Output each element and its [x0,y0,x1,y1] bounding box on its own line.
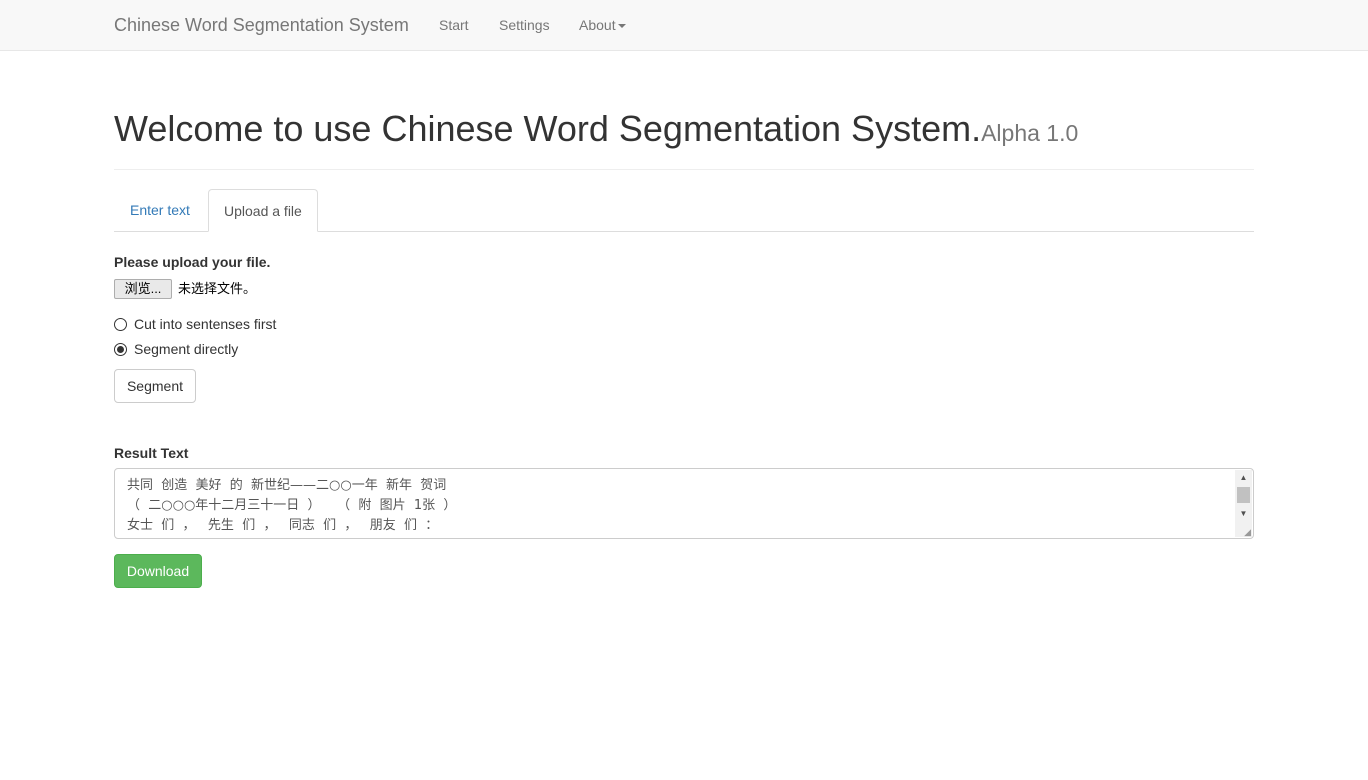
result-line: 女士 们 ， 先生 们 ， 同志 们 ， 朋友 们 ： [127,518,439,533]
result-line: 共同 创造 美好 的 新世纪——二○○一年 新年 贺词 [127,478,447,493]
browse-button[interactable]: 浏览... [114,279,172,299]
result-label: Result Text [114,445,189,461]
version-label: Alpha 1.0 [981,120,1079,146]
radio-cut-sentences-label[interactable]: Cut into sentenses first [134,316,276,332]
page-title: Welcome to use Chinese Word Segmentation… [114,106,1254,156]
file-status-text: 未选择文件。 [178,281,257,296]
segment-button[interactable]: Segment [114,369,196,403]
tab-bar: Enter text Upload a file [114,189,1254,232]
scroll-up-icon[interactable]: ▲ [1235,470,1252,485]
download-button[interactable]: Download [114,554,202,588]
upload-label: Please upload your file. [114,254,271,270]
radio-segment-directly[interactable] [114,343,127,356]
radio-checked-dot [117,346,124,353]
navbar: Chinese Word Segmentation System Start S… [0,0,1368,51]
result-line: （ 二○○○年十二月三十一日 ） （ 附 图片 1张 ） [127,498,457,513]
brand-link[interactable]: Chinese Word Segmentation System [114,14,409,36]
radio-cut-sentences[interactable] [114,318,127,331]
result-text-content: 共同 创造 美好 的 新世纪——二○○一年 新年 贺词 （ 二○○○年十二月三十一… [127,476,456,536]
nav-settings-link[interactable]: Settings [499,16,550,34]
scroll-thumb[interactable] [1237,487,1250,503]
nav-about-dropdown[interactable]: About [579,16,626,34]
tab-enter-text[interactable]: Enter text [115,189,205,232]
radio-segment-directly-label[interactable]: Segment directly [134,341,238,357]
nav-about-label: About [579,17,616,33]
result-textarea[interactable]: 共同 创造 美好 的 新世纪——二○○一年 新年 贺词 （ 二○○○年十二月三十一… [114,468,1254,539]
resize-grip-icon[interactable]: ◢ [1241,527,1251,537]
page-header: Welcome to use Chinese Word Segmentation… [114,106,1254,170]
caret-down-icon [617,24,626,29]
tab-upload-file[interactable]: Upload a file [208,189,318,232]
nav-start-link[interactable]: Start [439,16,469,34]
page-title-text: Welcome to use Chinese Word Segmentation… [114,108,982,149]
scroll-down-icon[interactable]: ▼ [1235,506,1252,521]
